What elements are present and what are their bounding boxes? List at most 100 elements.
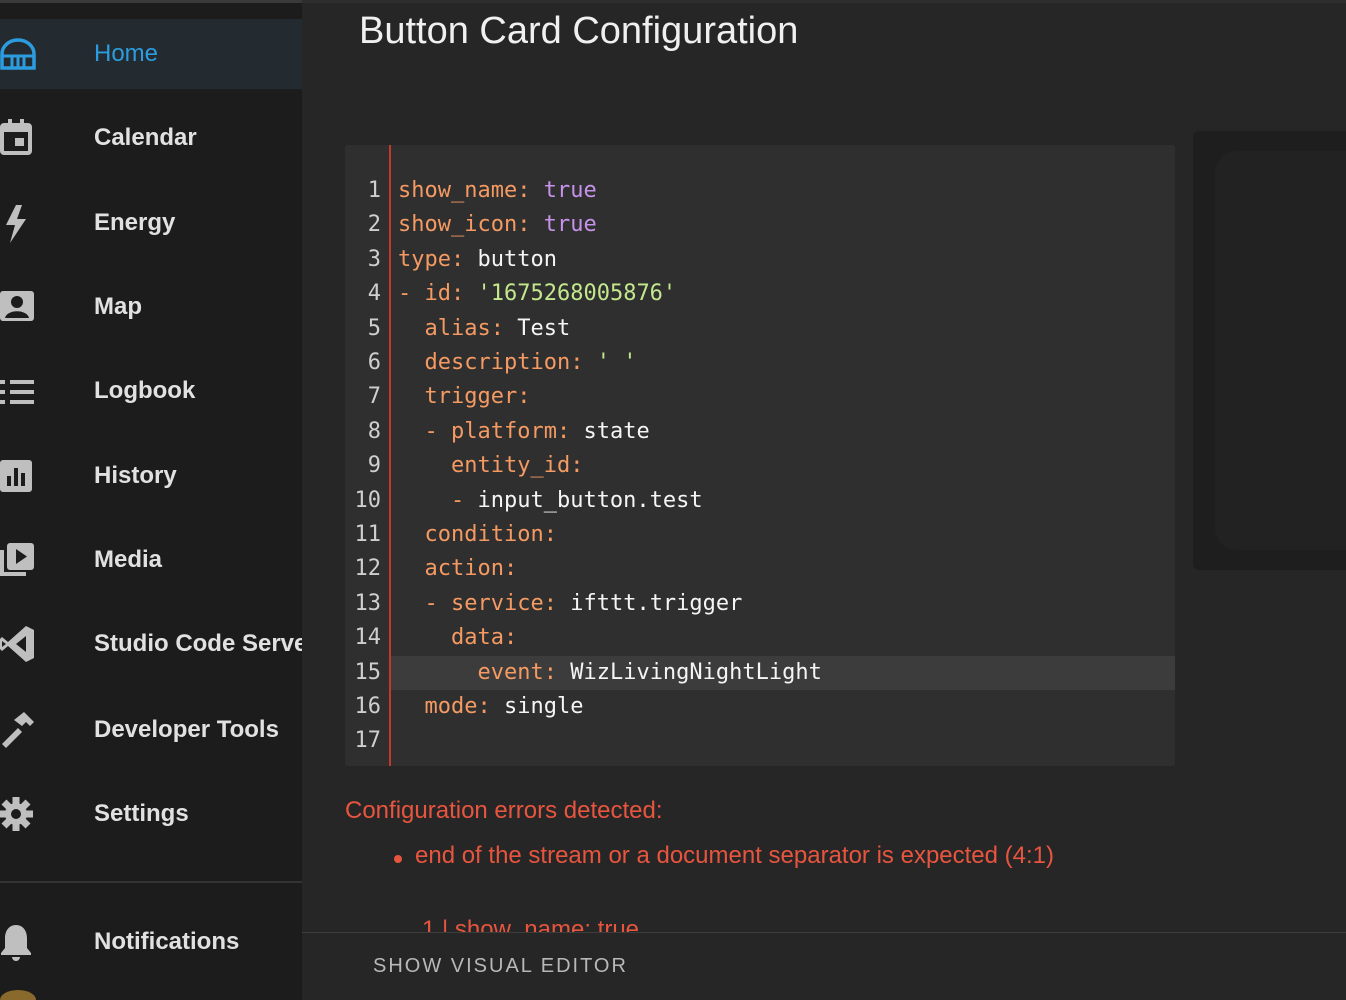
sidebar-item-settings[interactable]: Settings [0, 779, 302, 849]
code-line[interactable]: 13 - service: ifttt.trigger [345, 587, 1175, 621]
code-line[interactable]: 1 show_name: true [345, 174, 1175, 208]
sidebar-item-history[interactable]: History [0, 441, 302, 511]
show-visual-editor-button[interactable]: SHOW VISUAL EDITOR [373, 955, 628, 978]
card-preview [1193, 131, 1346, 570]
code-line[interactable]: 12 action: [345, 552, 1175, 586]
line-number: 7 [367, 384, 381, 409]
line-number: 13 [354, 591, 382, 616]
code-line[interactable]: 5 alias: Test [345, 312, 1175, 346]
code-key: show_icon [398, 212, 518, 237]
code-line[interactable]: 6 description: ' ' [345, 346, 1175, 380]
code-key: type [398, 247, 451, 272]
logbook-icon [0, 371, 40, 411]
code-line[interactable]: 11 condition: [345, 518, 1175, 552]
code-line[interactable]: 9 entity_id: [345, 449, 1175, 483]
code-colon: : [517, 178, 531, 203]
code-key: alias [424, 316, 491, 341]
code-text: entity_id: [398, 449, 583, 483]
main-content: Button Card Configuration 1 show_name: tr… [302, 0, 1346, 1000]
map-icon [0, 287, 40, 327]
code-line[interactable]: 10 - input_button.test [345, 484, 1175, 518]
code-text: alias: Test [398, 312, 571, 346]
sidebar-item-energy[interactable]: Energy [0, 188, 302, 258]
code-text: show_name: true [398, 174, 597, 208]
code-line[interactable]: 7 trigger: [345, 380, 1175, 414]
sidebar-item-calendar[interactable]: Calendar [0, 103, 302, 173]
hammer-icon [0, 710, 40, 750]
code-list-dash: - [424, 419, 451, 444]
sidebar-item-map[interactable]: Map [0, 272, 302, 342]
card-preview-button[interactable] [1215, 151, 1346, 550]
code-list-dash: - [398, 281, 425, 306]
code-colon: : [570, 350, 584, 375]
sidebar-item-home[interactable]: Home [0, 19, 302, 89]
code-text: type: button [398, 243, 557, 277]
code-key: condition [424, 522, 544, 547]
sidebar-item-label: Notifications [94, 928, 240, 955]
sidebar-item-developer-tools[interactable]: Developer Tools [0, 695, 302, 765]
gear-icon [0, 794, 40, 834]
code-value: state [583, 419, 650, 444]
line-number: 4 [367, 281, 381, 306]
code-value: single [503, 694, 584, 719]
code-colon: : [556, 419, 571, 444]
code-text: - platform: state [398, 415, 650, 449]
code-line[interactable]: 2 show_icon: true [345, 208, 1175, 242]
line-number: 15 [354, 660, 382, 685]
bell-icon [0, 922, 40, 962]
code-key: trigger [424, 384, 518, 409]
sidebar-item-logbook[interactable]: Logbook [0, 356, 302, 426]
sidebar-item-label: Logbook [94, 377, 196, 404]
line-number: 12 [354, 556, 382, 581]
code-line[interactable]: 3 type: button [345, 243, 1175, 277]
error-message-text: end of the stream or a document separato… [415, 842, 1055, 869]
sidebar-item-label: Calendar [94, 124, 197, 151]
code-value: WizLivingNightLight [570, 660, 822, 685]
sidebar-divider [0, 881, 302, 883]
line-number: 5 [367, 316, 381, 341]
avatar[interactable] [0, 990, 36, 1000]
error-title: Configuration errors detected: [345, 797, 663, 824]
code-colon: : [503, 625, 518, 650]
lightning-icon [0, 203, 40, 243]
code-value: true [543, 178, 597, 203]
code-key: platform [451, 419, 557, 444]
sidebar-item-studio-code-server[interactable]: Studio Code Server [0, 609, 302, 679]
sidebar-item-label: Developer Tools [94, 716, 279, 743]
yaml-code-editor[interactable]: 1 show_name: true 2 show_icon: true 3 type: b… [345, 145, 1175, 766]
code-text: - id: '1675268005876' [398, 277, 676, 311]
code-value: ' ' [596, 350, 637, 375]
code-line[interactable]: 17 [345, 724, 1175, 758]
error-snippet: 1 | show_name: true [422, 916, 640, 932]
code-text: mode: single [398, 690, 584, 724]
footer-bar: SHOW VISUAL EDITOR [302, 932, 1346, 1000]
code-line[interactable]: 4 - id: '1675268005876' [345, 277, 1175, 311]
sidebar-item-media[interactable]: Media [0, 525, 302, 595]
code-line[interactable]: 15 event: WizLivingNightLight [355, 656, 1175, 690]
code-line[interactable]: 16 mode: single [345, 690, 1175, 724]
line-number: 14 [354, 625, 382, 650]
sidebar-item-label: Energy [94, 209, 176, 236]
code-key: event [477, 660, 544, 685]
app-root: Home Calendar Energy Map Logbook History… [0, 0, 1346, 1000]
code-text: data: [398, 621, 517, 655]
code-value: '1675268005876' [477, 281, 677, 306]
code-text: trigger: [398, 380, 531, 414]
code-key: data [450, 625, 504, 650]
code-colon: : [450, 247, 465, 272]
sidebar-item-label: Studio Code Server [94, 630, 302, 657]
code-line[interactable]: 14 data: [345, 621, 1175, 655]
code-line[interactable]: 8 - platform: state [345, 415, 1175, 449]
code-key: action [424, 556, 504, 581]
code-colon: : [517, 384, 531, 409]
sidebar-item-label: Home [94, 40, 159, 67]
sidebar-item-notifications[interactable]: Notifications [0, 907, 302, 977]
sidebar-item-label: History [94, 462, 177, 489]
code-colon: : [543, 591, 557, 616]
